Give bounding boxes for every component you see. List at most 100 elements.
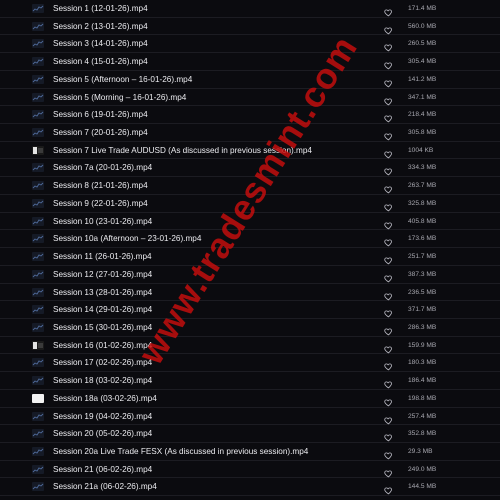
file-row[interactable]: Session 10a (Afternoon – 23-01-26).mp4 17… [0,230,500,249]
file-name[interactable]: Session 18 (03-02-26).mp4 [53,375,152,386]
file-row[interactable]: Session 10 (23-01-26).mp4 405.8 MB [0,213,500,231]
heart-outline-icon[interactable] [384,305,393,318]
file-name[interactable]: Session 5 (Afternoon – 16-01-26).mp4 [53,74,192,85]
file-name[interactable]: Session 3 (14-01-26).mp4 [53,38,148,49]
file-row[interactable]: Session 18 (03-02-26).mp4 186.4 MB [0,372,500,390]
heart-outline-icon[interactable] [384,217,393,229]
file-name[interactable]: Session 20a Live Trade FESX (As discusse… [53,446,308,457]
file-row[interactable]: Session 20 (05-02-26).mp4 352.8 MB [0,425,500,443]
file-size: 1004 KB [408,146,434,154]
file-name[interactable]: Session 8 (21-01-26).mp4 [53,180,148,191]
video-thumbnail-icon [32,128,44,138]
file-name[interactable]: Session 21 (06-02-26).mp4 [53,464,152,475]
file-name[interactable]: Session 21a (06-02-26).mp4 [53,481,157,492]
file-row[interactable]: Session 9 (22-01-26).mp4 325.8 MB [0,195,500,213]
heart-outline-icon[interactable] [384,93,393,105]
file-name[interactable]: Session 7 (20-01-26).mp4 [53,127,148,138]
file-size: 198.8 MB [408,394,437,402]
file-name[interactable]: Session 15 (30-01-26).mp4 [53,322,152,333]
file-row[interactable]: Session 15 (30-01-26).mp4 286.3 MB [0,319,500,337]
video-thumbnail-icon [32,393,44,403]
file-row[interactable]: Session 6 (19-01-26).mp4 218.4 MB [0,106,500,125]
file-name[interactable]: Session 11 (26-01-26).mp4 [53,251,152,262]
file-size: 405.8 MB [408,217,437,225]
video-thumbnail-icon [32,216,44,226]
heart-outline-icon[interactable] [384,394,393,407]
heart-outline-icon[interactable] [384,341,393,353]
file-name[interactable]: Session 4 (15-01-26).mp4 [53,56,148,67]
heart-outline-icon[interactable] [384,252,393,265]
heart-outline-icon[interactable] [384,447,393,460]
file-name[interactable]: Session 18a (03-02-26).mp4 [53,393,157,404]
file-row[interactable]: Session 7 (20-01-26).mp4 305.8 MB [0,124,500,142]
file-row[interactable]: Session 17 (02-02-26).mp4 180.3 MB [0,354,500,373]
file-row[interactable]: Session 14 (29-01-26).mp4 371.7 MB [0,301,500,319]
heart-outline-icon[interactable] [384,270,393,283]
file-row[interactable]: Session 18a (03-02-26).mp4 198.8 MB [0,390,500,408]
file-name[interactable]: Session 2 (13-01-26).mp4 [53,21,148,32]
file-row[interactable]: Session 3 (14-01-26).mp4 260.5 MB [0,35,500,54]
heart-outline-icon[interactable] [384,376,393,389]
file-name[interactable]: Session 7a (20-01-26).mp4 [53,162,152,173]
file-size: 173.6 MB [408,235,437,243]
heart-outline-icon[interactable] [384,39,393,52]
file-row[interactable]: Session 5 (Afternoon – 16-01-26).mp4 141.… [0,71,500,89]
file-name[interactable]: Session 10a (Afternoon – 23-01-26).mp4 [53,233,201,244]
file-row[interactable]: Session 4 (15-01-26).mp4 305.4 MB [0,53,500,71]
file-name[interactable]: Session 1 (12-01-26).mp4 [53,3,148,14]
file-name[interactable]: Session 19 (04-02-26).mp4 [53,411,152,422]
heart-outline-icon[interactable] [384,429,393,442]
file-row[interactable]: Session 12 (27-01-26).mp4 387.3 MB [0,266,500,284]
file-row[interactable]: Session 19 (04-02-26).mp4 257.4 MB [0,408,500,426]
file-name[interactable]: Session 17 (02-02-26).mp4 [53,357,152,368]
heart-outline-icon[interactable] [384,199,393,212]
heart-outline-icon[interactable] [384,22,393,35]
heart-outline-icon[interactable] [384,323,393,336]
video-thumbnail-icon [32,198,44,208]
file-name[interactable]: Session 10 (23-01-26).mp4 [53,216,152,227]
heart-outline-icon[interactable] [384,358,393,371]
file-row[interactable]: Session 7 Live Trade AUDUSD (As discusse… [0,142,500,160]
file-row[interactable]: Session 5 (Morning – 16-01-26).mp4 347.1 … [0,89,500,107]
heart-outline-icon[interactable] [384,146,393,159]
heart-outline-icon[interactable] [384,128,393,141]
file-name[interactable]: Session 16 (01-02-26).mp4 [53,340,152,351]
heart-outline-icon[interactable] [384,4,393,17]
file-name[interactable]: Session 9 (22-01-26).mp4 [53,198,148,209]
file-name[interactable]: Session 7 Live Trade AUDUSD (As discusse… [53,145,312,156]
video-thumbnail-icon [32,252,44,262]
file-name[interactable]: Session 20 (05-02-26).mp4 [53,428,152,439]
video-thumbnail-icon [32,376,44,386]
file-list: Session 1 (12-01-26).mp4 171.4 MB Session … [0,0,500,497]
heart-outline-icon[interactable] [384,412,393,424]
file-row[interactable]: Session 20a Live Trade FESX (As discusse… [0,443,500,461]
file-name[interactable]: Session 13 (28-01-26).mp4 [53,287,152,298]
file-name[interactable]: Session 12 (27-01-26).mp4 [53,269,152,280]
file-name[interactable]: Session 14 (29-01-26).mp4 [53,304,152,315]
file-row[interactable]: Session 7a (20-01-26).mp4 334.3 MB [0,159,500,178]
heart-outline-icon[interactable] [384,181,393,194]
file-row[interactable]: Session 13 (28-01-26).mp4 236.5 MB [0,284,500,302]
file-size: 325.8 MB [408,199,437,207]
file-name[interactable]: Session 5 (Morning – 16-01-26).mp4 [53,92,186,103]
file-size: 352.8 MB [408,430,437,438]
file-row[interactable]: Session 8 (21-01-26).mp4 263.7 MB [0,177,500,195]
file-row[interactable]: Session 11 (26-01-26).mp4 251.7 MB [0,248,500,266]
heart-outline-icon[interactable] [384,465,393,477]
heart-outline-icon[interactable] [384,163,393,176]
heart-outline-icon[interactable] [384,482,393,495]
file-row[interactable]: Session 1 (12-01-26).mp4 171.4 MB [0,0,500,18]
file-row[interactable]: Session 21a (06-02-26).mp4 144.5 MB [0,478,500,497]
file-row[interactable]: Session 21 (06-02-26).mp4 249.0 MB [0,461,500,479]
heart-outline-icon[interactable] [384,288,393,300]
heart-outline-icon[interactable] [384,234,393,247]
file-row[interactable]: Session 2 (13-01-26).mp4 560.0 MB [0,18,500,36]
file-name[interactable]: Session 6 (19-01-26).mp4 [53,109,148,120]
video-thumbnail-icon [32,322,44,332]
heart-outline-icon[interactable] [384,75,393,88]
file-row[interactable]: Session 16 (01-02-26).mp4 159.9 MB [0,337,500,355]
heart-outline-icon[interactable] [384,57,393,70]
heart-outline-icon[interactable] [384,110,393,123]
video-thumbnail-icon [32,163,44,173]
file-size: 371.7 MB [408,306,437,314]
